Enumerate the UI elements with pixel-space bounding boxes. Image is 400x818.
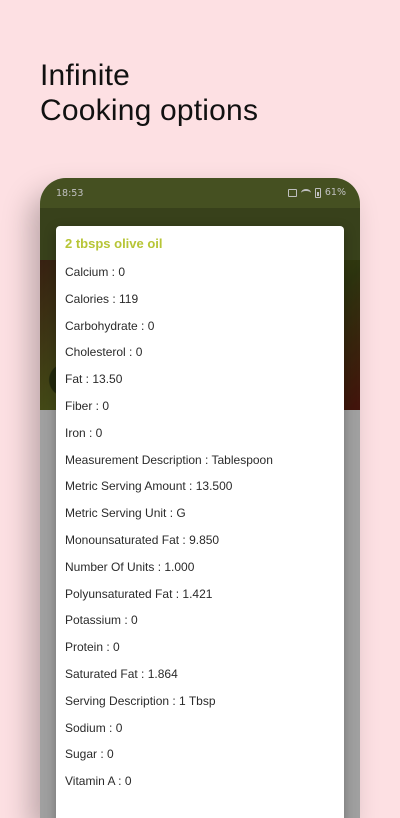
nutrient-row: Polyunsaturated Fat : 1.421 xyxy=(65,586,213,601)
headline-line-2: Cooking options xyxy=(40,94,259,127)
dialog-title: 2 tbsps olive oil xyxy=(65,236,163,251)
nutrient-row: Fat : 13.50 xyxy=(65,372,123,387)
nutrient-row: Metric Serving Amount : 13.500 xyxy=(65,479,233,494)
nutrient-row: Vitamin A : 0 xyxy=(65,774,132,789)
nutrient-row: Carbohydrate : 0 xyxy=(65,318,155,333)
nutrient-row: Saturated Fat : 1.864 xyxy=(65,666,178,681)
nutrient-row: Calories : 119 xyxy=(65,291,139,306)
nutrient-row: Iron : 0 xyxy=(65,425,103,440)
promo-headline: Infinite Cooking options xyxy=(40,58,258,128)
nutrient-row: Calcium : 0 xyxy=(65,265,126,279)
nutrient-row: Cholesterol : 0 xyxy=(65,345,143,360)
nutrient-row: Metric Serving Unit : G xyxy=(65,506,186,521)
nutrient-row: Monounsaturated Fat : 9.850 xyxy=(65,532,220,547)
nutrient-row: Protein : 0 xyxy=(65,640,120,655)
nutrient-row: Sodium : 0 xyxy=(65,720,123,735)
nutrient-row: Number Of Units : 1.000 xyxy=(65,559,195,574)
nutrient-row: Serving Description : 1 Tbsp xyxy=(65,693,216,708)
nutrient-row: Fiber : 0 xyxy=(65,398,110,413)
nutrient-row: Sugar : 0 xyxy=(65,747,114,762)
phone-frame: 18:53 61% 2 tbsps olive oil Calcium : 0C… xyxy=(40,178,360,818)
nutrition-dialog: 2 tbsps olive oil Calcium : 0 Calories : … xyxy=(56,226,344,818)
nutrient-list: Calcium : 0 Calories : 119 Carbohydrate : … xyxy=(65,265,273,801)
headline-line-1: Infinite xyxy=(40,59,130,92)
nutrient-row: Measurement Description : Tablespoon xyxy=(65,452,273,467)
nutrient-row: Potassium : 0 xyxy=(65,613,138,628)
